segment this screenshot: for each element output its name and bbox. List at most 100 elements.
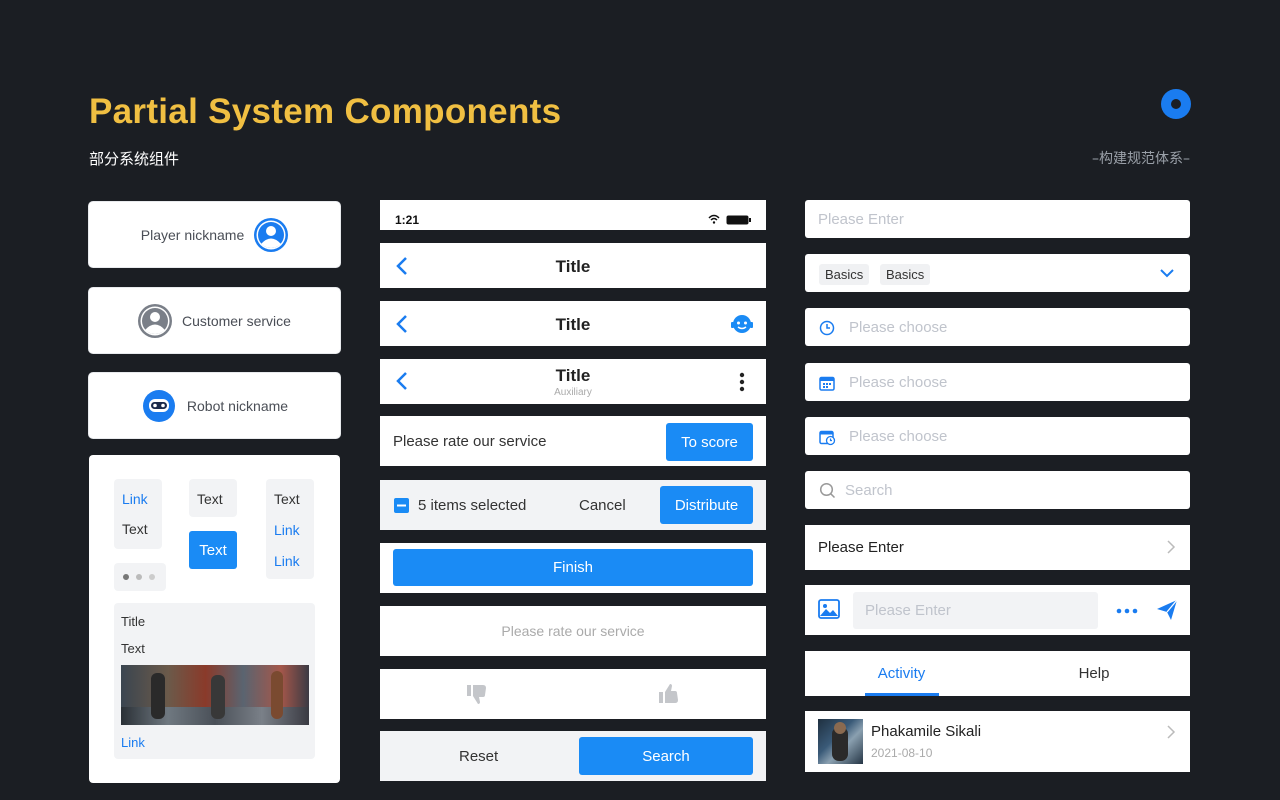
select-chip[interactable]: Basics — [819, 264, 870, 285]
nav-bar-1: Title — [380, 243, 766, 288]
battery-icon — [726, 215, 751, 225]
page-subtitle: 部分系统组件 — [89, 150, 180, 168]
text-link-box: Text Link Link — [266, 479, 314, 579]
tab-help[interactable]: Help — [998, 665, 1190, 682]
selected-count: 5 items selected — [418, 497, 527, 514]
time-placeholder: Please choose — [849, 319, 948, 336]
user-thumbnail — [818, 719, 863, 764]
player-nickname-label: Player nickname — [140, 226, 245, 243]
sample-text: Text — [274, 491, 300, 507]
dot-active — [123, 574, 129, 580]
dot — [136, 574, 142, 580]
search-button[interactable]: Search — [579, 737, 753, 775]
chat-input[interactable]: Please Enter — [853, 592, 1098, 629]
thumbs-up-icon[interactable] — [658, 683, 680, 705]
content-card[interactable]: Title Text Link — [114, 603, 315, 759]
cancel-button[interactable]: Cancel — [579, 497, 626, 514]
calendar-icon — [819, 376, 835, 391]
content-link[interactable]: Link — [121, 735, 145, 750]
more-horizontal-icon[interactable] — [1116, 608, 1138, 614]
search-icon — [819, 482, 836, 499]
finish-bar: Finish — [380, 543, 766, 593]
chevron-right-icon — [1167, 540, 1176, 554]
sample-link[interactable]: Link — [274, 553, 300, 569]
pagination-dots[interactable] — [114, 563, 166, 591]
text-box: Text — [189, 479, 237, 517]
feedback-bar — [380, 669, 766, 719]
status-bar: 1:21 — [380, 200, 1086, 230]
page-tagline: –构建规范体系– — [1092, 151, 1190, 167]
date-picker[interactable]: Please choose — [805, 363, 1190, 401]
time-picker[interactable]: Please choose — [805, 308, 1190, 346]
search-input[interactable]: Search — [805, 471, 1190, 509]
rate-text: Please rate our service — [393, 433, 547, 450]
date-placeholder: Please choose — [849, 374, 948, 391]
more-vertical-icon[interactable] — [738, 372, 746, 392]
tab-active-indicator — [865, 693, 939, 696]
user-list-item[interactable]: Phakamile Sikali 2021-08-10 — [805, 711, 1190, 772]
reset-button[interactable]: Reset — [459, 748, 498, 765]
nav-bar-2: Title — [380, 301, 766, 346]
chat-input-bar: Please Enter — [805, 585, 1190, 635]
dot — [149, 574, 155, 580]
clock-icon — [819, 320, 835, 336]
content-title: Title — [121, 614, 146, 629]
content-image — [121, 665, 309, 725]
chat-input-placeholder: Please Enter — [865, 602, 951, 619]
user-date: 2021-08-10 — [871, 746, 933, 760]
sample-link[interactable]: Link — [274, 522, 300, 538]
partial-checkbox-icon[interactable] — [394, 498, 409, 513]
sample-text: Text — [122, 521, 148, 537]
selection-bar: 5 items selected Cancel Distribute — [380, 480, 766, 530]
user-avatar-icon — [254, 217, 289, 252]
link-text-box: Link Text — [114, 479, 162, 549]
player-card[interactable]: Player nickname — [89, 202, 340, 267]
to-score-button[interactable]: To score — [666, 423, 753, 461]
rate-bar: Please rate our service To score — [380, 416, 766, 466]
sample-text-button[interactable]: Text — [189, 531, 237, 569]
nav-title: Title — [555, 366, 591, 385]
search-placeholder: Search — [845, 482, 893, 499]
customer-card[interactable]: Customer service — [89, 288, 340, 353]
calendar-clock-icon — [819, 430, 836, 446]
customer-service-icon[interactable] — [731, 312, 753, 336]
wifi-icon — [708, 214, 720, 224]
finish-button[interactable]: Finish — [393, 549, 753, 586]
status-time: 1:21 — [395, 213, 420, 227]
nav-title: Title — [555, 315, 591, 334]
user-name: Phakamile Sikali — [871, 723, 982, 740]
brand-dot-icon — [1161, 89, 1191, 119]
sample-link[interactable]: Link — [122, 491, 148, 507]
component-samples-panel: Link Text Text Text Text Link Link Title… — [89, 455, 340, 783]
chevron-right-icon — [1167, 725, 1176, 739]
enter-row[interactable]: Please Enter — [805, 525, 1190, 570]
enter-row-label: Please Enter — [818, 539, 904, 556]
robot-nickname-label: Robot nickname — [186, 397, 289, 414]
robot-card[interactable]: Robot nickname — [89, 373, 340, 438]
nav-subtitle: Auxiliary — [554, 387, 592, 398]
customer-service-label: Customer service — [182, 312, 291, 329]
robot-avatar-icon — [142, 389, 175, 422]
send-icon[interactable] — [1156, 599, 1178, 621]
image-icon[interactable] — [818, 599, 840, 619]
nav-title: Title — [555, 257, 591, 276]
distribute-button[interactable]: Distribute — [660, 486, 753, 524]
thumbs-down-icon[interactable] — [466, 683, 488, 705]
chevron-down-icon[interactable] — [1159, 268, 1175, 278]
rate-placeholder-bar[interactable]: Please rate our service — [380, 606, 766, 656]
filter-actions-bar: Reset Search — [380, 731, 766, 781]
sample-text: Text — [197, 491, 223, 507]
nav-bar-3: Title Auxiliary — [380, 359, 766, 404]
tab-bar: Activity Help — [805, 651, 1190, 696]
rate-placeholder: Please rate our service — [501, 623, 645, 639]
page-title: Partial System Components — [89, 92, 562, 131]
text-input-placeholder: Please Enter — [818, 211, 904, 228]
datetime-picker[interactable]: Please choose — [805, 417, 1190, 455]
customer-avatar-icon — [138, 303, 173, 338]
tab-activity[interactable]: Activity — [805, 665, 998, 682]
multi-select[interactable]: Basics Basics — [805, 254, 1190, 292]
select-chip[interactable]: Basics — [880, 264, 931, 285]
content-text: Text — [121, 641, 145, 656]
text-input[interactable]: Please Enter — [805, 200, 1190, 238]
datetime-placeholder: Please choose — [849, 428, 948, 445]
